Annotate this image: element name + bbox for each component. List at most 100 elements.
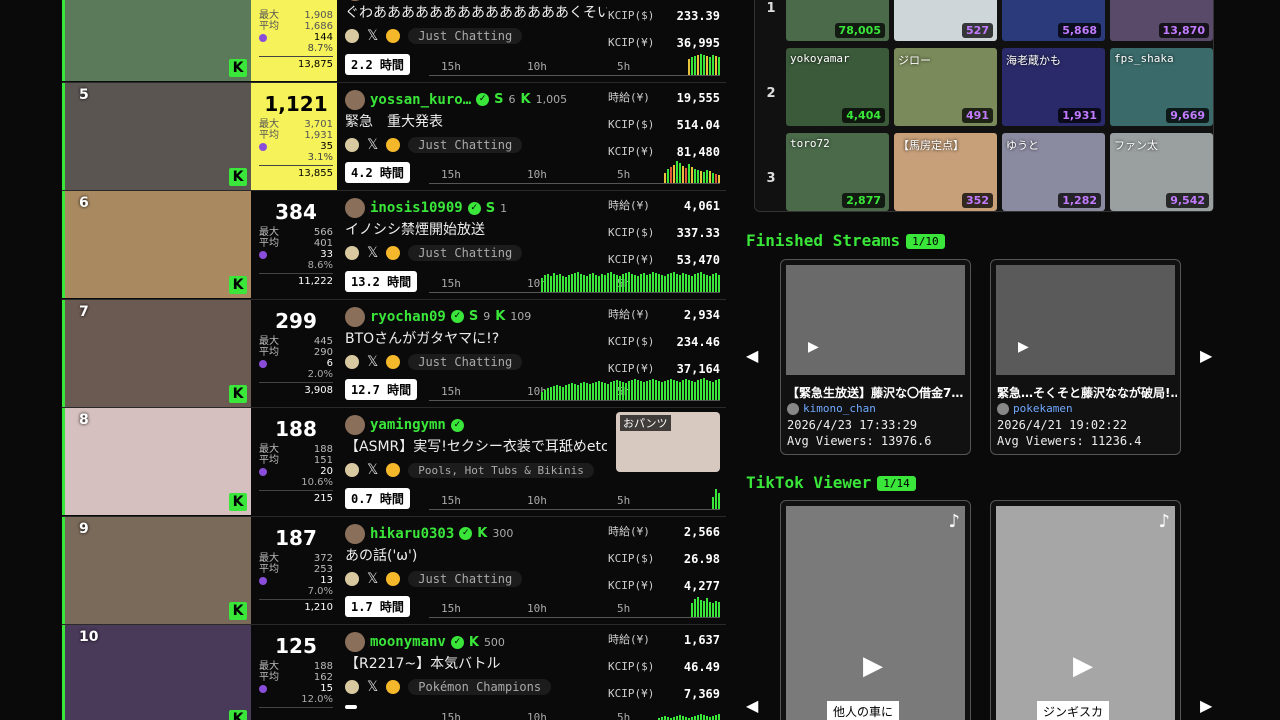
finished-stream-title[interactable]: 【緊急生放送】藤沢な〇借金7… (787, 384, 967, 401)
streamer-avatar[interactable] (345, 415, 365, 435)
timeline-bar (712, 382, 714, 400)
timeline-bar (691, 275, 693, 292)
stream-thumbnail[interactable]: 10 K (62, 625, 251, 720)
play-icon[interactable]: ▶ (1073, 651, 1103, 681)
max-label: 最大 (259, 444, 279, 455)
stream-title[interactable]: 緊急 重大発表 (345, 111, 607, 133)
x-social-icon[interactable]: 𝕏 (367, 679, 378, 695)
stream-row[interactable]: 5 K 1,121 最大 3,701 平均 1,931 35 3.1% 13,855 yossan_… (62, 82, 726, 191)
play-icon[interactable]: ▶ (1018, 339, 1029, 355)
grid-stream-cell[interactable]: 5,868 (1002, 0, 1105, 41)
finished-stream-thumbnail[interactable]: ▶ (996, 265, 1175, 375)
max-value: 372 (313, 552, 333, 564)
play-icon[interactable]: ▶ (808, 339, 819, 355)
emoji-icon (386, 463, 401, 477)
category-tag[interactable]: Just Chatting (408, 353, 523, 370)
grid-stream-cell[interactable]: toro72 2,877 (786, 133, 889, 211)
stream-info: ryochan09 ✓ S 9 K 109 BTOさんがガタヤマに!? 𝕏 Just Chatt… (337, 300, 726, 408)
timeline-bar (655, 380, 657, 400)
stream-title[interactable]: BTOさんがガタヤマに!? (345, 328, 607, 350)
kcip-usd-line: KCIP($) 514.04 (608, 118, 720, 145)
streamer-username[interactable]: inosis10909 (370, 200, 463, 216)
streamer-avatar[interactable] (345, 89, 365, 110)
x-social-icon[interactable]: 𝕏 (367, 354, 378, 370)
grid-stream-cell[interactable]: 78,005 (786, 0, 889, 41)
timeline-bar (577, 271, 579, 292)
category-tag[interactable]: Pools, Hot Tubs & Bikinis (408, 462, 594, 478)
tiktok-thumbnail[interactable] (786, 506, 965, 720)
kicks-count: 109 (510, 310, 532, 323)
grid-stream-cell[interactable]: 527 (894, 0, 997, 41)
stream-thumbnail[interactable]: 8K (62, 408, 251, 515)
timeline-bar (700, 600, 702, 617)
stream-row[interactable]: 6 K 384 最大 566 平均 401 33 8.6% 11,222 inosis10909 ✓ S… (62, 191, 726, 300)
viewer-timeline: 13.2 時間15h10h5h (345, 269, 720, 293)
stream-row[interactable]: 7 K 299 最大 445 平均 290 6 2.0% 3,908 ryochan09 ✓ S 9 K 10… (62, 299, 726, 408)
streamer-avatar[interactable] (345, 198, 365, 218)
finished-stream-card[interactable]: ▶ 緊急…そくそと藤沢ななが破局!… pokekamen 2026/4/21 19:0… (990, 259, 1181, 455)
grid-stream-cell[interactable]: fps_shaka 9,669 (1110, 48, 1213, 126)
x-social-icon[interactable]: 𝕏 (367, 571, 378, 587)
grid-viewer-count: 78,005 (834, 23, 885, 38)
avg-label: 平均 (259, 563, 279, 575)
tiktok-thumbnail[interactable] (996, 506, 1175, 720)
category-tag[interactable]: Just Chatting (408, 136, 523, 153)
streamer-avatar[interactable] (345, 306, 365, 327)
tiktok-prev-arrow-icon[interactable]: ◀ (746, 696, 758, 715)
finished-next-arrow-icon[interactable]: ▶ (1200, 346, 1212, 365)
hourly-rate-label: 時給(¥) (608, 199, 650, 212)
category-tag[interactable]: Just Chatting (408, 245, 523, 261)
x-social-icon[interactable]: 𝕏 (367, 245, 378, 261)
preview-thumbnail[interactable]: おパンツ (616, 412, 720, 472)
finished-stream-channel[interactable]: pokekamen (997, 402, 1073, 415)
streamer-username[interactable]: moonymanv (370, 634, 446, 650)
grid-stream-cell[interactable]: 【馬房定点】 352 (894, 133, 997, 211)
stream-row[interactable]: 10 K 125 最大 188 平均 162 15 12.0% moonymanv ✓ K 500 【R2… (62, 625, 726, 720)
category-tag[interactable]: Pokémon Champions (408, 679, 552, 695)
tiktok-video-card[interactable]: ♪ ▶ ジンギスカ (990, 500, 1181, 720)
stream-thumbnail[interactable]: 5K (62, 82, 251, 190)
streamer-avatar[interactable] (345, 632, 365, 652)
stream-row[interactable]: 9 K 187 最大 372 平均 253 13 7.0% 1,210 hikaru0303 ✓ K 30… (62, 516, 726, 625)
tiktok-next-arrow-icon[interactable]: ▶ (1200, 696, 1212, 715)
grid-stream-cell[interactable]: 13,870 (1110, 0, 1213, 41)
finished-stream-card[interactable]: ▶ 【緊急生放送】藤沢な〇借金7… kimono_chan 2026/4/23 17:… (780, 259, 971, 455)
streamer-username[interactable]: yossan_kuro… (370, 92, 471, 108)
play-icon[interactable]: ▶ (863, 651, 893, 681)
stream-thumbnail[interactable]: 7K (62, 299, 251, 407)
finished-stream-title[interactable]: 緊急…そくそと藤沢ななが破局!… (997, 384, 1177, 401)
streamer-username[interactable]: ryochan09 (370, 309, 446, 325)
streamer-username[interactable]: hikaru0303 (370, 526, 454, 542)
stream-title[interactable]: イノシシ禁煙開始放送 (345, 219, 607, 241)
finished-prev-arrow-icon[interactable]: ◀ (746, 346, 758, 365)
x-social-icon[interactable]: 𝕏 (367, 462, 378, 478)
stream-thumbnail[interactable]: 6K (62, 191, 251, 298)
stream-row[interactable]: 8 K 188 最大 188 平均 151 20 10.6% 215 yamingymn ✓ 【ASMR… (62, 408, 726, 517)
finished-stream-thumbnail[interactable]: ▶ (786, 265, 965, 375)
stream-thumbnail[interactable]: 9K (62, 516, 251, 624)
finished-stream-channel[interactable]: kimono_chan (787, 402, 876, 415)
timeline-bar (676, 273, 678, 292)
kick-logo-icon: K (229, 167, 247, 186)
stream-title[interactable]: ぐわああああああああああああああくそい (345, 2, 607, 24)
x-social-icon[interactable]: 𝕏 (367, 28, 378, 44)
streamer-username[interactable]: yamingymn (370, 417, 446, 433)
timeline-bar (616, 380, 618, 400)
tiktok-video-card[interactable]: ♪ ▶ 他人の車に (780, 500, 971, 720)
grid-stream-cell[interactable]: ファン太 9,542 (1110, 133, 1213, 211)
grid-stream-cell[interactable]: ジロー 491 (894, 48, 997, 126)
stream-title[interactable]: あの話('ω') (345, 545, 607, 567)
grid-stream-cell[interactable]: yokoyamar 4,404 (786, 48, 889, 126)
category-tag[interactable]: Just Chatting (408, 28, 523, 44)
stream-row[interactable]: K最大1,908平均1,6861448.7%13,875✓ぐわあああああああああ… (62, 0, 726, 83)
x-social-icon[interactable]: 𝕏 (367, 137, 378, 153)
stream-title[interactable]: 【ASMR】実写!セクシー衣装で耳舐めetc (345, 436, 607, 458)
grid-stream-cell[interactable]: ゆうと 1,282 (1002, 133, 1105, 211)
grid-stream-cell[interactable]: 海老蔵かも 1,931 (1002, 48, 1105, 126)
stream-title[interactable]: 【R2217~】本気バトル (345, 653, 607, 675)
streamer-avatar[interactable] (345, 523, 365, 544)
stream-thumbnail[interactable]: K (62, 0, 251, 81)
category-tag[interactable]: Just Chatting (408, 570, 523, 587)
streamer-avatar[interactable] (345, 0, 365, 1)
timeline-bar (664, 381, 666, 400)
